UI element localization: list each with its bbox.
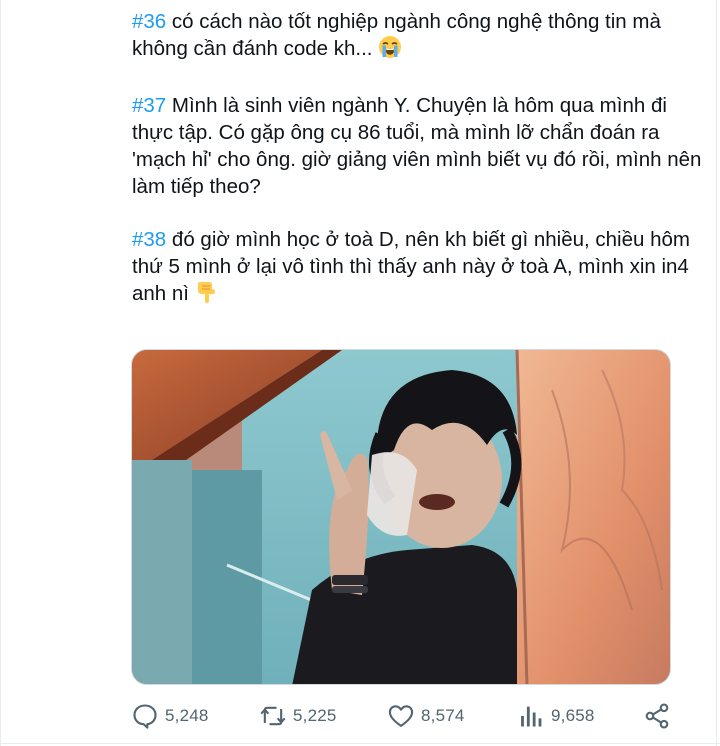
share-button[interactable] (643, 696, 677, 736)
share-icon (645, 703, 669, 729)
tweet-divider (0, 743, 720, 744)
views-chart-icon (521, 706, 542, 727)
loudly-crying-face-emoji (378, 35, 402, 66)
reply-icon (133, 704, 157, 729)
heart-icon (388, 705, 414, 727)
tweet-actions: 5,248 5,225 8,574 9,658 (131, 696, 676, 736)
views-button[interactable]: 9,658 (517, 696, 595, 736)
hashtag-36[interactable]: #36 (132, 10, 166, 33)
tweet-text-37: Mình là sinh viên ngành Y. Chuyện là hôm… (132, 94, 702, 198)
retweet-count: 5,225 (293, 706, 337, 725)
retweet-icon (260, 706, 286, 726)
hashtag-37[interactable]: #37 (132, 94, 166, 117)
views-count: 9,658 (551, 706, 595, 725)
reply-count: 5,248 (165, 706, 209, 725)
timeline-right-border (716, 0, 717, 746)
tweet-body: #36 có cách nào tốt nghiệp ngành công ng… (132, 8, 702, 337)
hashtag-38[interactable]: #38 (132, 228, 166, 251)
like-button[interactable]: 8,574 (387, 696, 465, 736)
tweet-photo[interactable] (131, 349, 671, 685)
backhand-index-pointing-down-emoji (195, 280, 219, 311)
retweet-button[interactable]: 5,225 (259, 696, 337, 736)
tweet-paragraph-37: #37 Mình là sinh viên ngành Y. Chuyện là… (132, 92, 702, 200)
photo-of-person-at-window (132, 350, 670, 684)
tweet-paragraph-38: #38 đó giờ mình học ở toà D, nên kh biết… (132, 226, 702, 311)
tweet-paragraph-36: #36 có cách nào tốt nghiệp ngành công ng… (132, 8, 702, 66)
reply-button[interactable]: 5,248 (131, 696, 209, 736)
like-count: 8,574 (421, 706, 465, 725)
timeline-left-border (0, 0, 1, 746)
